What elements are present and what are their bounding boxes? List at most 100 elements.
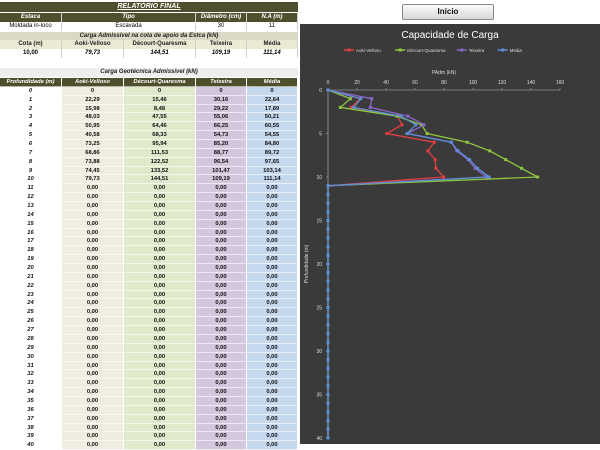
media-cell: 60,55 bbox=[247, 122, 298, 132]
media-cell: 0,00 bbox=[247, 237, 298, 247]
teixeira-cell: 0,00 bbox=[196, 290, 247, 300]
legend-marker bbox=[398, 48, 402, 52]
aoki-cell: 15,98 bbox=[62, 104, 124, 114]
table-row: 17 0,00 0,00 0,00 0,00 bbox=[0, 237, 298, 247]
table-row: 33 0,00 0,00 0,00 0,00 bbox=[0, 379, 298, 389]
x-tick-label: 160 bbox=[556, 80, 565, 86]
na-value: 11 bbox=[247, 22, 298, 31]
aoki-cell: 0,00 bbox=[62, 272, 124, 282]
aoki-cell: 0,00 bbox=[62, 202, 124, 211]
prof-cell: 28 bbox=[0, 334, 62, 344]
prof-cell: 13 bbox=[0, 202, 62, 211]
media-header: Média bbox=[247, 78, 298, 87]
na-label: N.A (m) bbox=[247, 13, 298, 22]
data-point bbox=[326, 297, 330, 301]
aoki-cell: 0,00 bbox=[62, 396, 124, 406]
series-line bbox=[327, 89, 489, 438]
table-row: 10 79,73 144,51 109,19 111,14 bbox=[0, 175, 298, 185]
table-row: 37 0,00 0,00 0,00 0,00 bbox=[0, 414, 298, 424]
prof-cell: 12 bbox=[0, 193, 62, 203]
prof-cell: 7 bbox=[0, 148, 62, 158]
aoki-cell: 40,58 bbox=[62, 131, 124, 141]
prof-cell: 40 bbox=[0, 441, 62, 450]
table-row: 4 50,95 64,46 66,25 60,55 bbox=[0, 122, 298, 132]
media-cell: 84,80 bbox=[247, 140, 298, 149]
media-cell: 0,00 bbox=[247, 308, 298, 318]
aoki-cell: 0,00 bbox=[62, 326, 124, 335]
data-point bbox=[434, 166, 438, 170]
x-tick-label: 120 bbox=[498, 80, 507, 86]
diametro-label: Diâmetro (cm) bbox=[196, 13, 247, 22]
teixeira-cell: 0,00 bbox=[196, 237, 247, 247]
decourt-cell: 0,00 bbox=[124, 246, 196, 256]
prof-cell: 34 bbox=[0, 388, 62, 397]
teixeira-cell: 30,16 bbox=[196, 95, 247, 105]
teixeira-cell: 0,00 bbox=[196, 441, 247, 450]
decourt-cell: 0,00 bbox=[124, 343, 196, 353]
teixeira-cell: 88,77 bbox=[196, 148, 247, 158]
table-row: 8 73,88 122,52 96,54 97,65 bbox=[0, 157, 298, 167]
decourt-cell: 0,00 bbox=[124, 432, 196, 442]
prof-cell: 38 bbox=[0, 423, 62, 433]
prof-cell: 18 bbox=[0, 246, 62, 256]
table-row: 1 22,29 15,46 30,16 22,64 bbox=[0, 95, 298, 105]
y-tick-label: 5 bbox=[319, 132, 322, 138]
media-cota-value: 111,14 bbox=[247, 49, 298, 58]
decourt-cell: 47,55 bbox=[124, 113, 196, 123]
legend-marker bbox=[501, 48, 505, 52]
media-cell: 0,00 bbox=[247, 334, 298, 344]
teixeira-cell: 0,00 bbox=[196, 228, 247, 238]
teixeira-cell: 96,54 bbox=[196, 157, 247, 167]
media-cell: 0,00 bbox=[247, 352, 298, 362]
prof-cell: 17 bbox=[0, 237, 62, 247]
legend-label: Média bbox=[510, 48, 523, 53]
table-row: 9 74,45 133,52 101,47 103,14 bbox=[0, 166, 298, 176]
decourt-cell: 0,00 bbox=[124, 299, 196, 309]
prof-cell: 1 bbox=[0, 95, 62, 105]
teixeira-cell: 0,00 bbox=[196, 361, 247, 371]
legend-marker bbox=[460, 48, 464, 52]
decourt-cell: 0,00 bbox=[124, 423, 196, 433]
data-point bbox=[326, 88, 330, 92]
x-tick-label: 40 bbox=[383, 80, 389, 86]
prof-header: Profundidade (m) bbox=[0, 78, 62, 87]
legend-label: Décourt-Quaresma bbox=[407, 48, 446, 53]
data-point bbox=[414, 123, 418, 127]
teixeira-cell: 0,00 bbox=[196, 255, 247, 265]
decourt-cell: 111,53 bbox=[124, 148, 196, 158]
aoki-cell: 0,00 bbox=[62, 334, 124, 344]
aoki-header: Aoki-Velloso bbox=[62, 78, 124, 87]
media-cell: 0,00 bbox=[247, 432, 298, 442]
teixeira-cell: 0,00 bbox=[196, 326, 247, 335]
aoki-cell: 22,29 bbox=[62, 95, 124, 105]
table-row: 19 0,00 0,00 0,00 0,00 bbox=[0, 255, 298, 265]
media-cell: 111,14 bbox=[247, 175, 298, 185]
x-tick-label: 80 bbox=[441, 80, 447, 86]
data-point bbox=[326, 253, 330, 257]
data-point bbox=[326, 401, 330, 405]
teixeira-label: Teixeira bbox=[196, 40, 247, 49]
x-axis-label: PAdm (kN) bbox=[432, 70, 456, 76]
inicio-button[interactable]: Início bbox=[402, 4, 494, 20]
x-tick-label: 60 bbox=[412, 80, 418, 86]
data-point bbox=[326, 410, 330, 414]
decourt-cell: 0,00 bbox=[124, 255, 196, 265]
table-row: 38 0,00 0,00 0,00 0,00 bbox=[0, 423, 298, 433]
media-cell: 0,00 bbox=[247, 264, 298, 273]
decourt-cell: 64,46 bbox=[124, 122, 196, 132]
aoki-cell: 0,00 bbox=[62, 308, 124, 318]
table-row: 34 0,00 0,00 0,00 0,00 bbox=[0, 388, 298, 397]
prof-cell: 32 bbox=[0, 370, 62, 380]
y-tick-label: 15 bbox=[316, 219, 322, 225]
data-point bbox=[326, 201, 330, 205]
data-point bbox=[456, 149, 460, 153]
decourt-cell: 144,51 bbox=[124, 175, 196, 185]
aoki-cell: 73,25 bbox=[62, 140, 124, 149]
aoki-cell: 0,00 bbox=[62, 219, 124, 229]
report-panel: RELATÓRIO FINAL Estaca Tipo Diâmetro (cm… bbox=[0, 0, 298, 450]
decourt-cell: 0,00 bbox=[124, 228, 196, 238]
table-body: 0 0 0 0 0 1 22,29 15,46 30,16 22,64 2 15,98 8,48 29,2… bbox=[0, 86, 298, 450]
teixeira-cell: 66,25 bbox=[196, 122, 247, 132]
teixeira-cell: 0,00 bbox=[196, 184, 247, 194]
media-cell: 89,72 bbox=[247, 148, 298, 158]
